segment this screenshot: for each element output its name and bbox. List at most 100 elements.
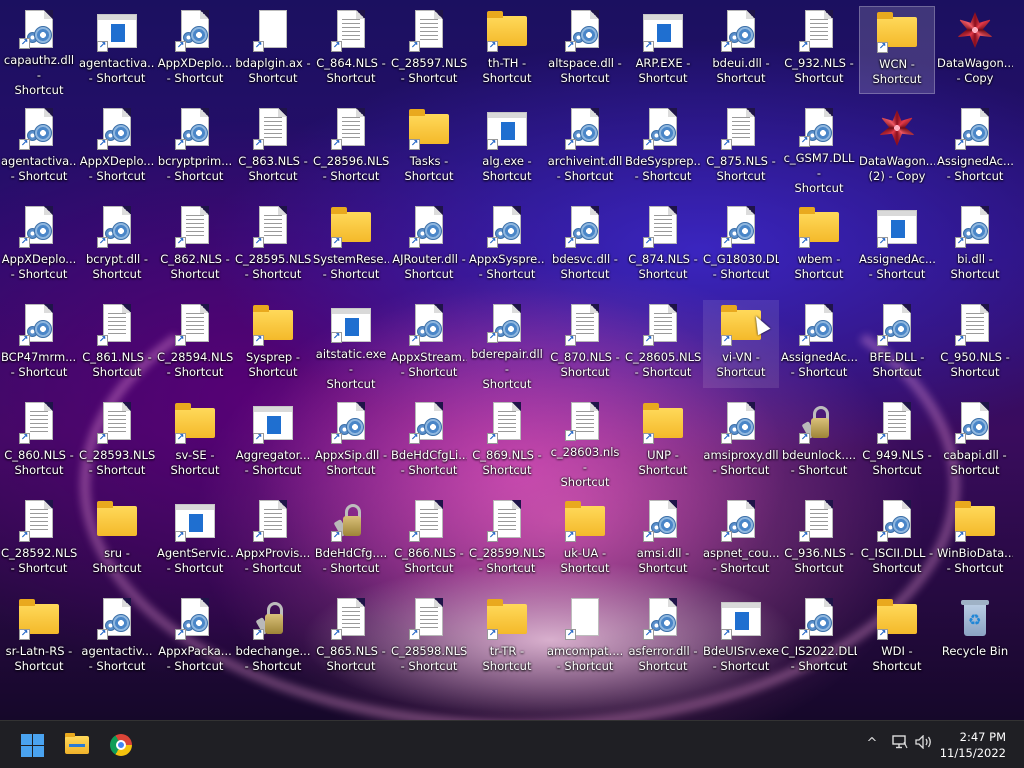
desktop-icon[interactable]: ↗ C_950.NLS - Shortcut <box>937 300 1013 388</box>
desktop-icon[interactable]: ↗ BdeUISrv.exe - Shortcut <box>703 594 779 682</box>
desktop-icon[interactable]: ↗ C_ISCII.DLL - Shortcut <box>859 496 935 584</box>
show-hidden-icons-button[interactable]: ^ <box>862 735 882 753</box>
desktop-icon[interactable]: ↗ C_949.NLS - Shortcut <box>859 398 935 486</box>
desktop-icon[interactable]: ↗ cabapi.dll - Shortcut <box>937 398 1013 486</box>
desktop-icon[interactable]: ↗ C_936.NLS - Shortcut <box>781 496 857 584</box>
desktop-icon[interactable]: ↗ bcrypt.dll - Shortcut <box>79 202 155 290</box>
desktop-icon[interactable]: ↗ C_875.NLS - Shortcut <box>703 104 779 192</box>
desktop-icon[interactable]: ↗ AssignedAc... - Shortcut <box>781 300 857 388</box>
desktop-icon[interactable]: ↗ C_860.NLS - Shortcut <box>1 398 77 486</box>
desktop-icon[interactable]: ↗ SystemRese... - Shortcut <box>313 202 389 290</box>
desktop-icon[interactable]: ↗ agentactiva... - Shortcut <box>79 6 155 94</box>
desktop-icon[interactable]: DataWagon.... (2) - Copy <box>859 104 935 192</box>
desktop-icon[interactable]: ↗ C_863.NLS - Shortcut <box>235 104 311 192</box>
desktop-icon[interactable]: ↗ asferror.dll - Shortcut <box>625 594 701 682</box>
desktop-icon[interactable]: ↗ C_28599.NLS - Shortcut <box>469 496 545 584</box>
desktop-icon[interactable]: ↗ bdaplgin.ax - Shortcut <box>235 6 311 94</box>
desktop-icon[interactable]: ↗ ARP.EXE - Shortcut <box>625 6 701 94</box>
desktop-icon[interactable]: sru - Shortcut <box>79 496 155 584</box>
start-button[interactable] <box>14 727 50 763</box>
desktop-icon[interactable]: ↗ th-TH - Shortcut <box>469 6 545 94</box>
chrome-button[interactable] <box>103 727 139 763</box>
desktop-icon[interactable]: ↗ C_861.NLS - Shortcut <box>79 300 155 388</box>
desktop-icon[interactable]: ↗ C_874.NLS - Shortcut <box>625 202 701 290</box>
desktop-icon[interactable]: DataWagon... - Copy <box>937 6 1013 94</box>
network-icon[interactable] <box>890 735 910 755</box>
desktop-icon[interactable]: ↗ C_G18030.DLL - Shortcut <box>703 202 779 290</box>
desktop-icon[interactable]: ↗ bdeunlock.... - Shortcut <box>781 398 857 486</box>
desktop-icon[interactable]: ↗ C_869.NLS - Shortcut <box>469 398 545 486</box>
desktop-icon[interactable]: ↗ sv-SE - Shortcut <box>157 398 233 486</box>
desktop-icon[interactable]: ↗ AppXDeplo... - Shortcut <box>1 202 77 290</box>
desktop-icon[interactable]: ↗ AppXDeplo... - Shortcut <box>79 104 155 192</box>
desktop-icon[interactable]: ↗ AppxProvis... - Shortcut <box>235 496 311 584</box>
desktop-icon[interactable]: ↗ WCN - Shortcut <box>859 6 935 94</box>
desktop-icon[interactable]: ↗ wbem - Shortcut <box>781 202 857 290</box>
file-explorer-button[interactable] <box>59 727 95 763</box>
desktop-icon[interactable]: ↗ C_866.NLS - Shortcut <box>391 496 467 584</box>
desktop-icon[interactable]: ↗ BdeSysprep.... - Shortcut <box>625 104 701 192</box>
desktop-icon[interactable]: ↗ alg.exe - Shortcut <box>469 104 545 192</box>
clock[interactable]: 2:47 PM 11/15/2022 <box>936 729 1006 761</box>
desktop-icon[interactable]: ↗ C_28598.NLS - Shortcut <box>391 594 467 682</box>
desktop-icon[interactable]: ↗ Tasks - Shortcut <box>391 104 467 192</box>
desktop-icon[interactable]: ↗ C_28592.NLS - Shortcut <box>1 496 77 584</box>
desktop-icon[interactable]: ↗ altspace.dll - Shortcut <box>547 6 623 94</box>
volume-icon[interactable] <box>914 734 934 755</box>
desktop-icon[interactable]: ↗ C_862.NLS - Shortcut <box>157 202 233 290</box>
desktop-icon[interactable]: ↗ bdesvc.dll - Shortcut <box>547 202 623 290</box>
desktop-icon[interactable]: ↗ C_28597.NLS - Shortcut <box>391 6 467 94</box>
desktop-icon[interactable]: ↗ amsi.dll - Shortcut <box>625 496 701 584</box>
desktop-icon[interactable]: ↗ bderepair.dll - Shortcut <box>469 300 545 388</box>
desktop-icon[interactable]: ↗ uk-UA - Shortcut <box>547 496 623 584</box>
desktop-icon[interactable]: ↗ AppxSyspre... - Shortcut <box>469 202 545 290</box>
desktop-icon[interactable]: ↗ agentactiva... - Shortcut <box>1 104 77 192</box>
desktop-icon[interactable]: ↗ capauthz.dll - Shortcut <box>1 6 77 94</box>
desktop-icon[interactable]: ↗ aitstatic.exe - Shortcut <box>313 300 389 388</box>
desktop-icon[interactable]: ↗ AssignedAc... - Shortcut <box>937 104 1013 192</box>
desktop-icon[interactable]: ↗ AgentServic... - Shortcut <box>157 496 233 584</box>
desktop-icon[interactable]: ↗ BCP47mrm.... - Shortcut <box>1 300 77 388</box>
desktop-icon[interactable]: ↗ archiveint.dll - Shortcut <box>547 104 623 192</box>
dll-file-icon: ↗ <box>97 206 137 250</box>
desktop-icon[interactable]: ↗ bdeui.dll - Shortcut <box>703 6 779 94</box>
desktop-icon[interactable]: ↗ amsiproxy.dll - Shortcut <box>703 398 779 486</box>
desktop-icon[interactable]: ↗ C_28593.NLS - Shortcut <box>79 398 155 486</box>
desktop-icon[interactable]: ↗ bi.dll - Shortcut <box>937 202 1013 290</box>
desktop-icon[interactable]: ↗ C_28594.NLS - Shortcut <box>157 300 233 388</box>
desktop-icon[interactable]: ↗ Sysprep - Shortcut <box>235 300 311 388</box>
desktop-icon[interactable]: ↗ BFE.DLL - Shortcut <box>859 300 935 388</box>
desktop-icon[interactable]: ↗ aspnet_cou... - Shortcut <box>703 496 779 584</box>
desktop-icon[interactable]: ↗ AppxSip.dll - Shortcut <box>313 398 389 486</box>
desktop-icon[interactable]: ↗ WDI - Shortcut <box>859 594 935 682</box>
desktop-icon[interactable]: ↗ C_864.NLS - Shortcut <box>313 6 389 94</box>
desktop-icon[interactable]: ↗ AppXDeplo... - Shortcut <box>157 6 233 94</box>
desktop-icon[interactable]: ↗ C_870.NLS - Shortcut <box>547 300 623 388</box>
desktop-icon[interactable]: ↗ amcompat.... - Shortcut <box>547 594 623 682</box>
desktop-icon[interactable]: ↗ bdechange... - Shortcut <box>235 594 311 682</box>
desktop-icon[interactable]: ↗ bcryptprim... - Shortcut <box>157 104 233 192</box>
desktop-icon[interactable]: ↗ c_28603.nls - Shortcut <box>547 398 623 486</box>
desktop-icon[interactable]: ↗ AJRouter.dll - Shortcut <box>391 202 467 290</box>
desktop-icon[interactable]: ↗ sr-Latn-RS - Shortcut <box>1 594 77 682</box>
desktop-icon[interactable]: ↗ C_28595.NLS - Shortcut <box>235 202 311 290</box>
desktop-icon[interactable]: ↗ tr-TR - Shortcut <box>469 594 545 682</box>
desktop-icon[interactable]: ↗ UNP - Shortcut <box>625 398 701 486</box>
desktop-icon[interactable]: ↗ Aggregator... - Shortcut <box>235 398 311 486</box>
desktop-icon[interactable]: ↗ C_865.NLS - Shortcut <box>313 594 389 682</box>
desktop-icon-label: AppxSyspre... - Shortcut <box>469 252 545 281</box>
desktop-icon[interactable]: ↗ vi-VN - Shortcut <box>703 300 779 388</box>
desktop-icon[interactable]: ↗ agentactiv... - Shortcut <box>79 594 155 682</box>
desktop-icon[interactable]: ↗ C_IS2022.DLL - Shortcut <box>781 594 857 682</box>
desktop-icon[interactable]: ↗ C_28605.NLS - Shortcut <box>625 300 701 388</box>
desktop-icon[interactable]: Recycle Bin <box>937 594 1013 682</box>
desktop-icon[interactable]: ↗ WinBioData... - Shortcut <box>937 496 1013 584</box>
desktop-icon[interactable]: ↗ AssignedAc... - Shortcut <box>859 202 935 290</box>
desktop-icon[interactable]: ↗ AppxStream... - Shortcut <box>391 300 467 388</box>
desktop-icon[interactable]: ↗ c_GSM7.DLL - Shortcut <box>781 104 857 192</box>
desktop-icon[interactable]: ↗ BdeHdCfgLi... - Shortcut <box>391 398 467 486</box>
desktop-icon[interactable]: ↗ C_28596.NLS - Shortcut <box>313 104 389 192</box>
desktop-icon[interactable]: ↗ BdeHdCfg.... - Shortcut <box>313 496 389 584</box>
desktop-icon[interactable]: ↗ C_932.NLS - Shortcut <box>781 6 857 94</box>
desktop-icon[interactable]: ↗ AppxPacka... - Shortcut <box>157 594 233 682</box>
